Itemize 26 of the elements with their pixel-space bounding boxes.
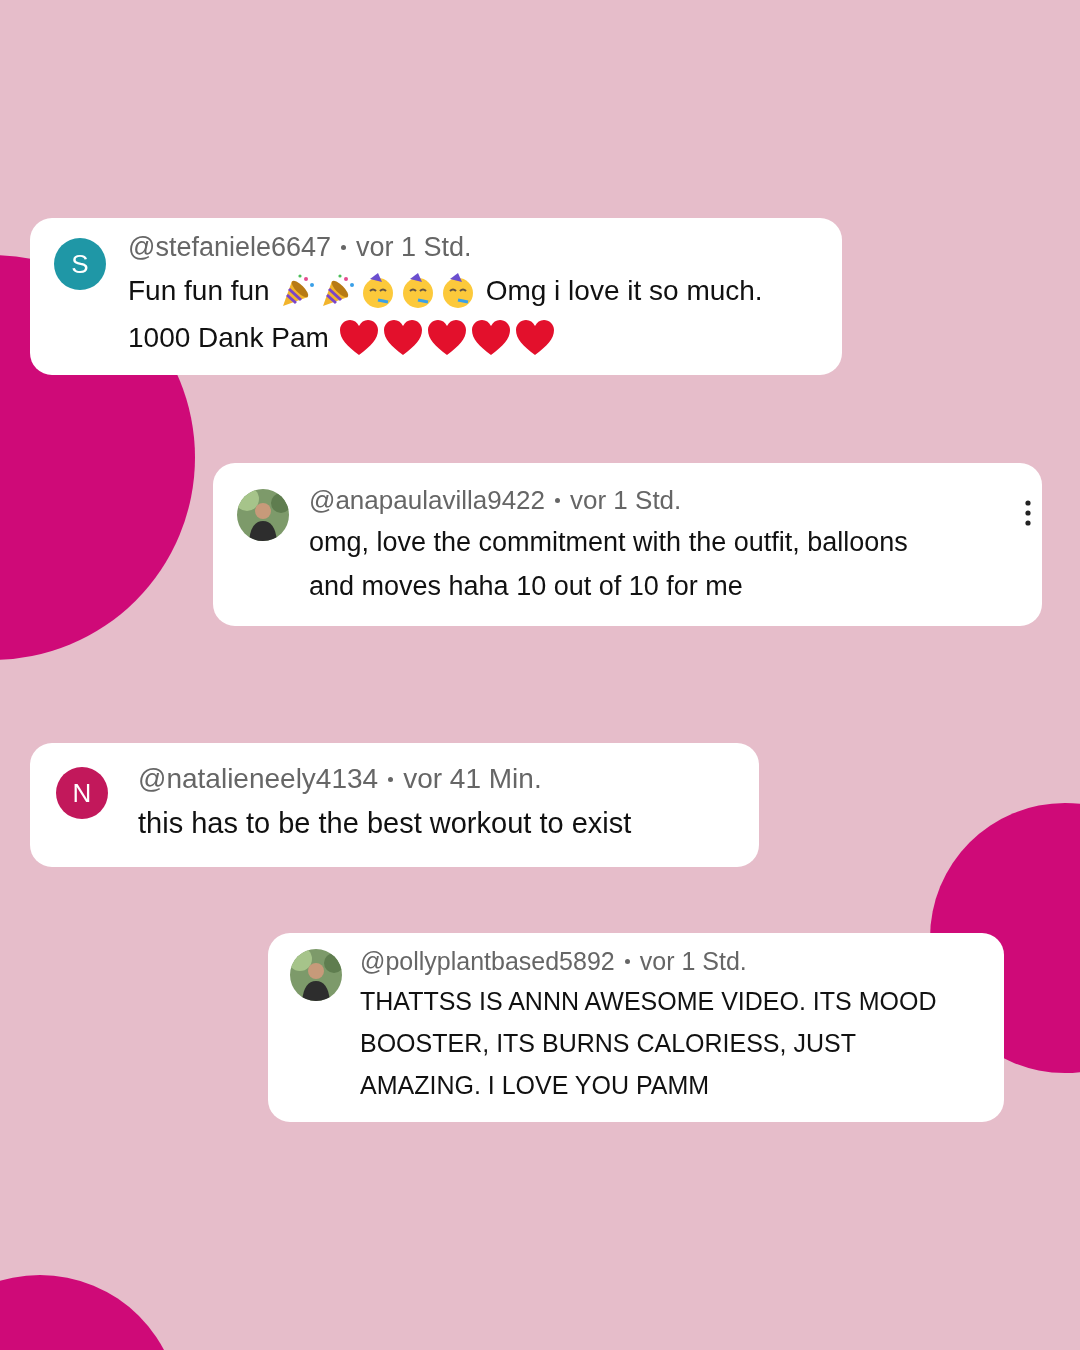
heart-icon xyxy=(338,319,379,357)
comment-text: 1000 Dank Pam xyxy=(128,322,329,354)
separator-dot xyxy=(555,498,561,503)
username[interactable]: @pollyplantbased5892 xyxy=(360,947,615,976)
comment-text: omg, love the commitment with the outfit, balloons and moves haha 10 out of 10 for me xyxy=(309,526,908,603)
heart-icon xyxy=(514,319,555,357)
heart-icon xyxy=(426,319,467,357)
username[interactable]: @anapaulavilla9422 xyxy=(309,485,546,516)
comment-text: THATTSS IS ANNN AWESOME VIDEO. ITS MOOD BOOSTER, ITS BURNS CALORIESS, JUST AMAZING. I LOVE YOU PAMM xyxy=(360,986,937,1101)
separator-dot xyxy=(341,245,347,250)
timestamp: vor 1 Std. xyxy=(570,485,682,516)
comment-text: this has to be the best workout to exist xyxy=(138,806,632,841)
avatar[interactable]: N xyxy=(56,767,108,819)
username[interactable]: @natalieneely4134 xyxy=(138,763,379,795)
comment-text: Fun fun fun xyxy=(128,275,270,307)
timestamp: vor 41 Min. xyxy=(403,763,542,795)
timestamp: vor 1 Std. xyxy=(356,232,472,263)
comment-text: Omg i love it so much. xyxy=(485,275,763,307)
separator-dot xyxy=(624,959,630,964)
heart-icon xyxy=(470,319,511,357)
heart-icon xyxy=(382,319,423,357)
separator-dot xyxy=(388,776,394,782)
timestamp: vor 1 Std. xyxy=(639,947,747,976)
more-options-icon[interactable] xyxy=(1024,499,1032,527)
username[interactable]: @stefaniele6647 xyxy=(128,232,332,263)
avatar[interactable]: S xyxy=(54,238,106,290)
